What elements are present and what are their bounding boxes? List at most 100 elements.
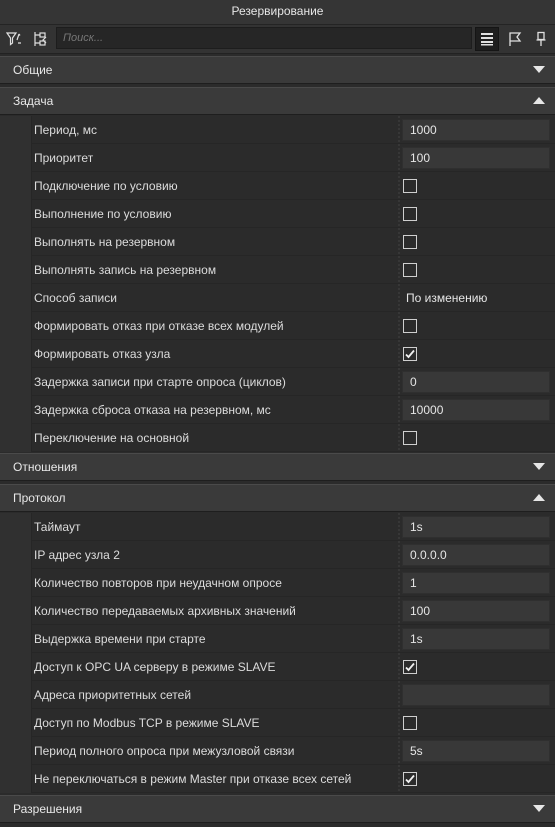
column-divider[interactable] [398, 368, 400, 396]
property-checkbox[interactable] [403, 347, 417, 361]
column-divider[interactable] [398, 228, 400, 256]
search-input[interactable]: Поиск... [56, 27, 472, 49]
column-divider[interactable] [398, 513, 400, 541]
property-value-input[interactable]: 0 [402, 371, 550, 393]
column-divider[interactable] [398, 737, 400, 765]
property-value-input[interactable] [402, 684, 550, 706]
property-value-input[interactable]: 1 [402, 572, 550, 594]
section-protocol[interactable]: Протокол [0, 484, 555, 512]
section-relations[interactable]: Отношения [0, 453, 555, 481]
row-indent [0, 368, 32, 396]
chevron-down-icon [533, 805, 545, 812]
column-divider[interactable] [398, 424, 400, 452]
section-permissions[interactable]: Разрешения [0, 795, 555, 823]
property-row: Формировать отказ при отказе всех модуле… [0, 312, 555, 340]
chevron-up-icon [533, 97, 545, 104]
section-general[interactable]: Общие [0, 56, 555, 84]
row-indent [0, 597, 32, 625]
property-label: Формировать отказ при отказе всех модуле… [34, 319, 284, 333]
row-indent [0, 709, 32, 737]
toolbar: Поиск... [0, 25, 555, 54]
column-divider[interactable] [398, 172, 400, 200]
row-indent [0, 396, 32, 424]
property-value-input[interactable]: 100 [402, 600, 550, 622]
column-divider[interactable] [398, 625, 400, 653]
property-row: Не переключаться в режим Master при отка… [0, 765, 555, 793]
property-label: Задержка записи при старте опроса (цикло… [34, 375, 286, 389]
property-value-input[interactable]: 100 [402, 147, 550, 169]
column-divider[interactable] [398, 709, 400, 737]
property-checkbox[interactable] [403, 319, 417, 333]
row-indent [0, 340, 32, 368]
column-divider[interactable] [398, 144, 400, 172]
property-row: Доступ к OPC UA серверу в режиме SLAVE [0, 653, 555, 681]
property-value-input[interactable]: 1000 [402, 119, 550, 141]
column-divider[interactable] [398, 284, 400, 312]
property-row: Количество повторов при неудачном опросе… [0, 569, 555, 597]
property-checkbox[interactable] [403, 716, 417, 730]
column-divider[interactable] [398, 116, 400, 144]
property-row: Задержка сброса отказа на резервном, мс 1… [0, 396, 555, 424]
property-value-input[interactable]: 5s [402, 740, 550, 762]
column-divider[interactable] [398, 200, 400, 228]
property-row: Задержка записи при старте опроса (цикло… [0, 368, 555, 396]
property-label: Выдержка времени при старте [34, 632, 206, 646]
checkmark-icon [405, 662, 415, 672]
row-indent [0, 569, 32, 597]
row-indent [0, 513, 32, 541]
property-row: Выдержка времени при старте 1s [0, 625, 555, 653]
column-divider[interactable] [398, 340, 400, 368]
property-value-input[interactable]: 1s [402, 628, 550, 650]
checkmark-icon [405, 774, 415, 784]
flag-icon[interactable] [503, 27, 527, 51]
property-label: Выполнять на резервном [34, 235, 176, 249]
column-divider[interactable] [398, 569, 400, 597]
property-label: Период полного опроса при межузловой свя… [34, 744, 295, 758]
property-label: Подключение по условию [34, 179, 178, 193]
property-row: Период полного опроса при межузловой свя… [0, 737, 555, 765]
expand-tree-icon[interactable] [28, 27, 52, 51]
property-checkbox[interactable] [403, 263, 417, 277]
row-indent [0, 284, 32, 312]
column-divider[interactable] [398, 541, 400, 569]
column-divider[interactable] [398, 396, 400, 424]
property-value-input[interactable]: 0.0.0.0 [402, 544, 550, 566]
row-indent [0, 541, 32, 569]
property-checkbox[interactable] [403, 179, 417, 193]
chevron-up-icon [533, 494, 545, 501]
property-row: Выполнение по условию [0, 200, 555, 228]
filter-icon[interactable] [2, 27, 26, 51]
property-label: Способ записи [34, 291, 117, 305]
property-checkbox[interactable] [403, 660, 417, 674]
section-task[interactable]: Задача [0, 87, 555, 115]
property-row: Подключение по условию [0, 172, 555, 200]
section-task-label: Задача [13, 94, 54, 108]
property-value-input[interactable]: 10000 [402, 399, 550, 421]
property-value-select[interactable]: По изменению [406, 284, 487, 312]
property-row: Доступ по Modbus TCP в режиме SLAVE [0, 709, 555, 737]
property-label: Выполнять запись на резервном [34, 263, 217, 277]
property-label: Период, мс [34, 123, 98, 137]
column-divider[interactable] [398, 765, 400, 793]
list-view-icon[interactable] [475, 27, 499, 51]
property-row: Приоритет 100 [0, 144, 555, 172]
pin-icon[interactable] [529, 27, 553, 51]
property-checkbox[interactable] [403, 235, 417, 249]
column-divider[interactable] [398, 681, 400, 709]
row-indent [0, 737, 32, 765]
property-value-input[interactable]: 1s [402, 516, 550, 538]
property-row: Таймаут 1s [0, 513, 555, 541]
property-checkbox[interactable] [403, 207, 417, 221]
row-indent [0, 424, 32, 452]
row-indent [0, 144, 32, 172]
property-checkbox[interactable] [403, 772, 417, 786]
property-label: Не переключаться в режим Master при отка… [34, 772, 352, 786]
column-divider[interactable] [398, 256, 400, 284]
column-divider[interactable] [398, 312, 400, 340]
column-divider[interactable] [398, 597, 400, 625]
property-label: Задержка сброса отказа на резервном, мс [34, 403, 271, 417]
row-indent [0, 116, 32, 144]
column-divider[interactable] [398, 653, 400, 681]
property-checkbox[interactable] [403, 431, 417, 445]
section-protocol-label: Протокол [13, 491, 66, 505]
